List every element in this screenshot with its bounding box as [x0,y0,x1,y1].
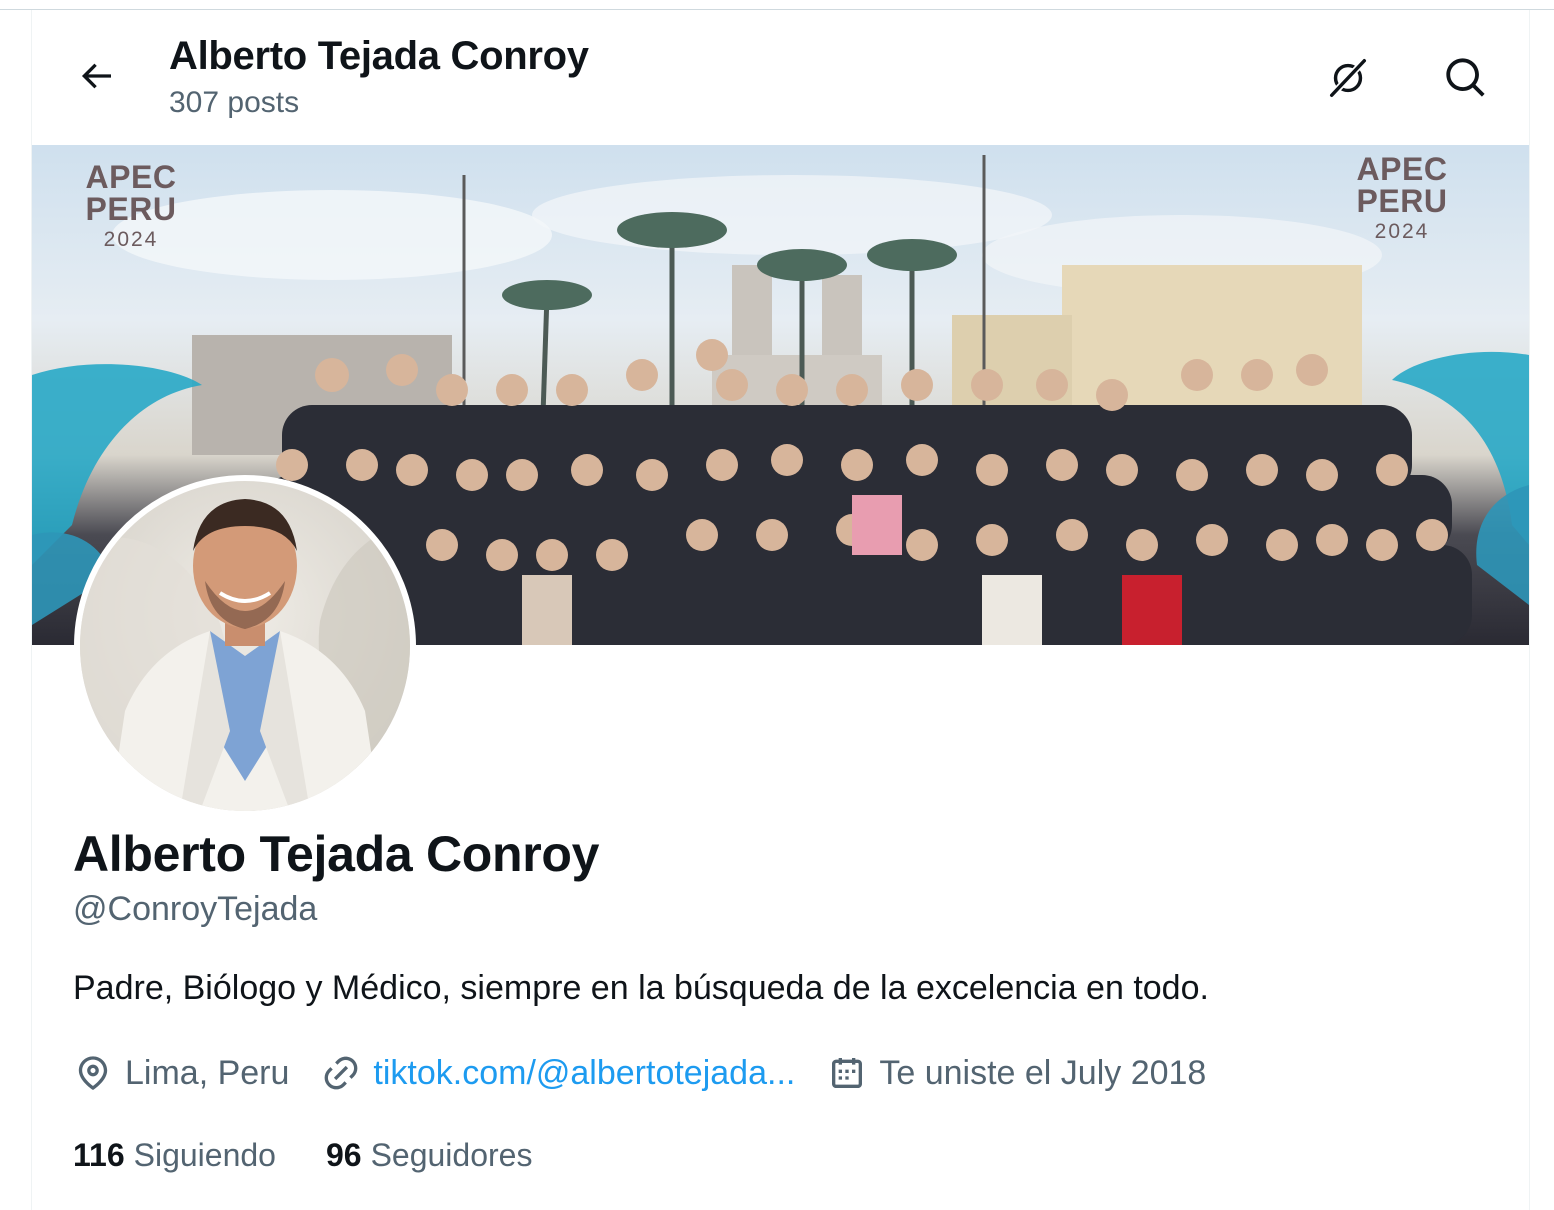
profile-handle: @ConroyTejada [73,890,318,928]
following-label: Siguiendo [133,1136,276,1173]
header-title: Alberto Tejada Conroy [169,34,589,78]
banner-logo-right-year: 2024 [1374,220,1430,243]
grok-icon [1329,59,1367,97]
location-pin-icon [78,1056,108,1091]
joined-item: Te uniste el July 2018 [827,1053,1206,1093]
search-icon [1446,58,1485,97]
followers-stat[interactable]: 96 Seguidores [326,1137,532,1174]
profile-display-name: Alberto Tejada Conroy [73,826,600,882]
location-item: Lima, Peru [73,1053,289,1093]
banner-logo-left: APEC PERU 2024 [36,161,226,250]
post-count: 307 posts [169,86,300,119]
followers-count: 96 [325,1136,362,1173]
profile-column: Alberto Tejada Conroy 307 posts APEC PER… [31,10,1530,1210]
profile-avatar[interactable] [74,475,416,817]
profile-meta: Lima, Peru tiktok.com/@albertotejada... … [73,1048,1238,1098]
followers-label: Seguidores [370,1136,533,1173]
joined-text: Te uniste el July 2018 [879,1053,1207,1092]
calendar-icon [832,1058,863,1088]
grok-button[interactable] [1318,48,1378,108]
following-count: 116 [73,1136,125,1173]
link-icon [325,1056,358,1090]
avatar-photo [80,499,410,811]
location-text: Lima, Peru [125,1053,290,1092]
profile-stats: 116 Siguiendo 96 Seguidores [73,1132,582,1178]
banner-logo-right-title: APEC PERU [1356,151,1448,219]
banner-logo-left-year: 2024 [103,228,159,251]
profile-header: Alberto Tejada Conroy 307 posts [32,10,1529,144]
search-button[interactable] [1436,48,1496,108]
back-button[interactable] [66,46,126,106]
banner-logo-left-title: APEC PERU [85,159,177,227]
banner-logo-right: APEC PERU 2024 [1307,153,1497,242]
following-stat[interactable]: 116 Siguiendo [73,1137,276,1174]
website-link[interactable]: tiktok.com/@albertotejada... [373,1054,795,1093]
website-item[interactable]: tiktok.com/@albertotejada... [321,1053,795,1093]
arrow-left-icon [81,63,111,89]
profile-bio: Padre, Biólogo y Médico, siempre en la b… [73,969,1209,1007]
